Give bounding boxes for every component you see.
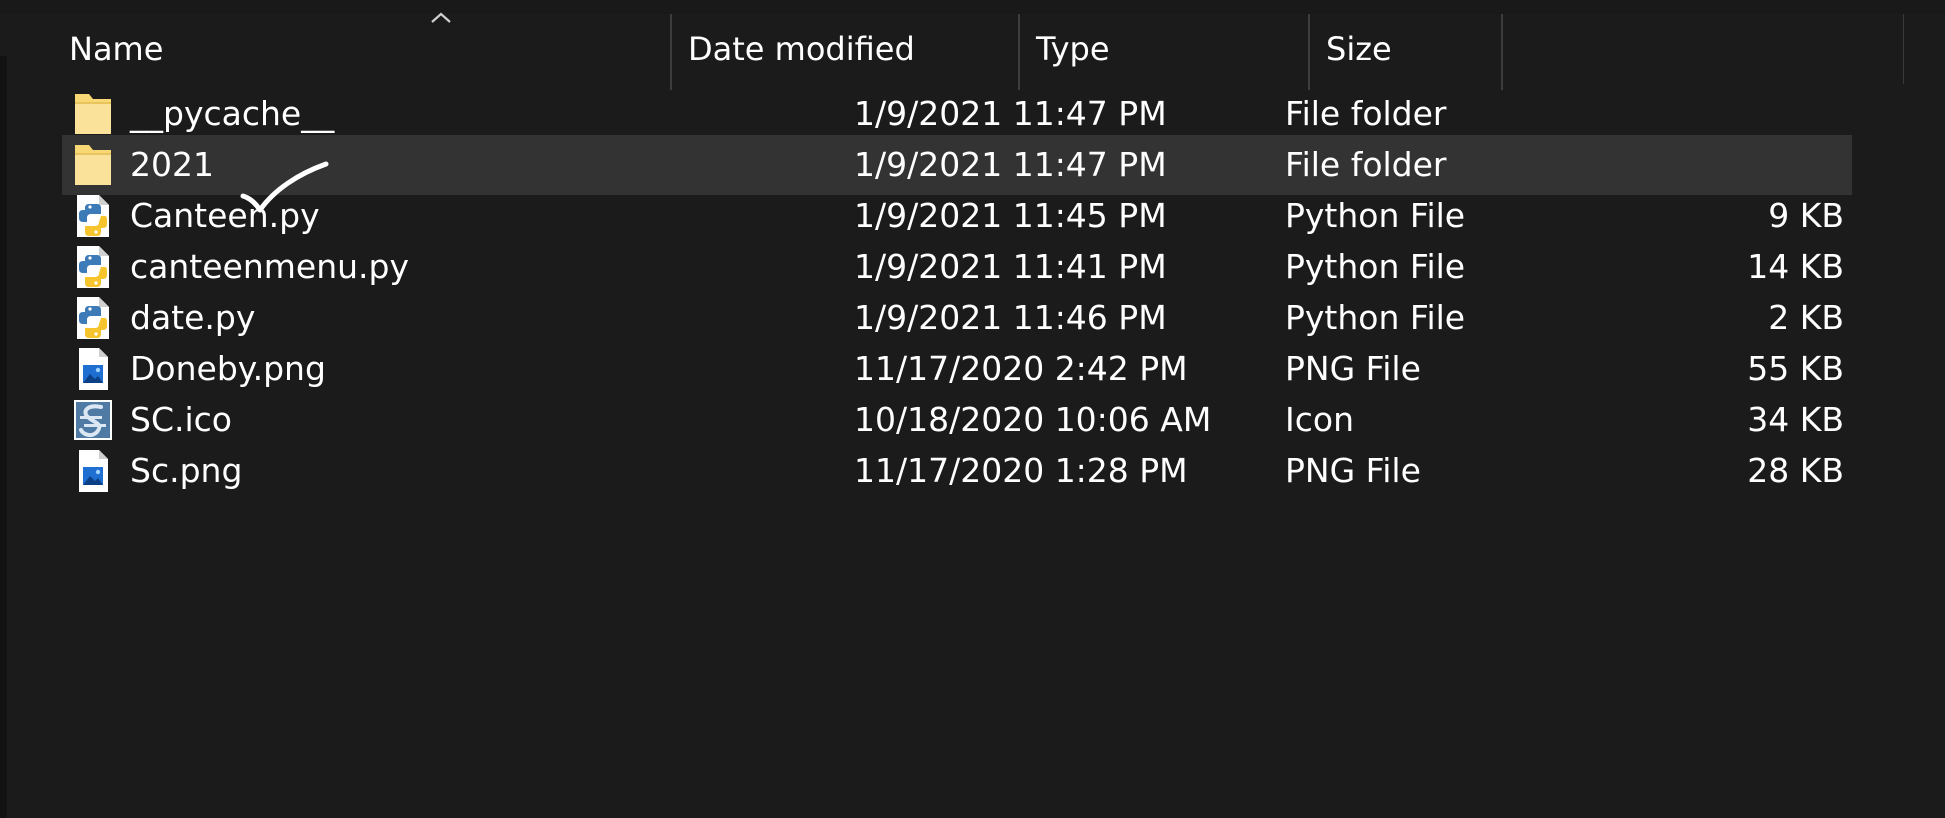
file-row-icon <box>71 396 115 444</box>
folder-icon <box>75 145 111 185</box>
file-date-modified: 11/17/2020 1:28 PM <box>854 451 1188 490</box>
file-type: PNG File <box>1285 451 1421 490</box>
file-row-icon <box>71 294 115 342</box>
ico-file-icon <box>74 400 112 440</box>
file-row-icon <box>71 90 115 138</box>
file-row-icon <box>71 192 115 240</box>
file-row[interactable]: Sc.png 11/17/2020 1:28 PM PNG File 28 KB <box>62 441 1852 501</box>
file-row-icon <box>71 345 115 393</box>
checkmark-icon <box>240 161 329 213</box>
image-file-icon <box>79 450 108 492</box>
file-row-icon <box>71 447 115 495</box>
file-name: Sc.png <box>130 451 243 490</box>
folder-icon <box>75 94 111 134</box>
python-file-icon <box>77 297 109 339</box>
image-file-icon <box>79 348 108 390</box>
file-list: __pycache__ 1/9/2021 11:47 PM File folder … <box>0 0 1945 818</box>
file-row-icon <box>71 243 115 291</box>
file-row-icon <box>71 141 115 189</box>
file-size: 28 KB <box>1747 451 1844 490</box>
python-file-icon <box>77 246 109 288</box>
python-file-icon <box>77 195 109 237</box>
